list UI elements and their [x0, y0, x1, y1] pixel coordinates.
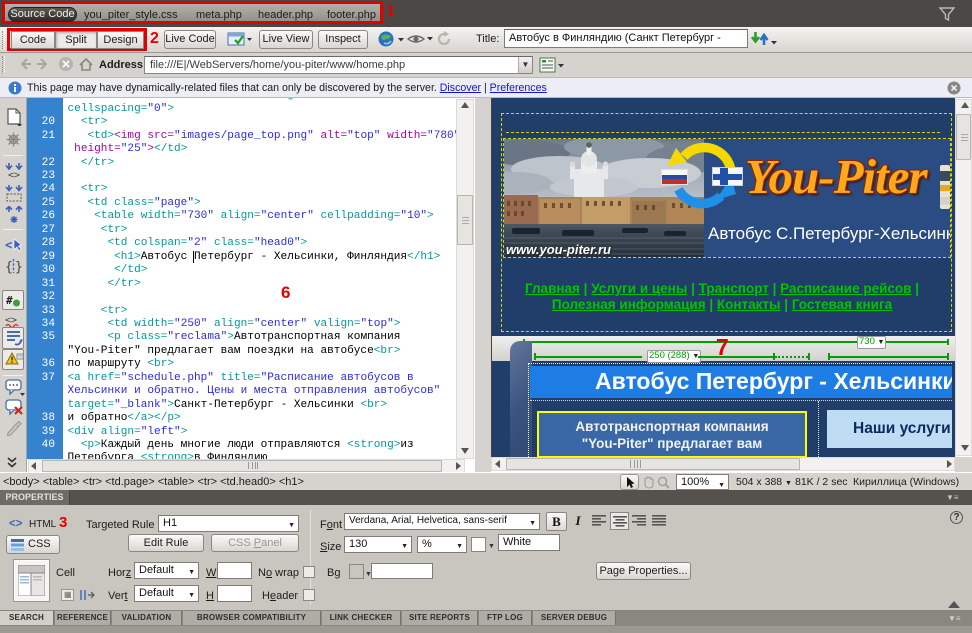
svg-text:#: #: [6, 294, 13, 307]
svg-text:{: {: [5, 260, 13, 275]
svg-text:<>: <>: [8, 170, 20, 180]
svg-text:}: }: [15, 260, 23, 275]
svg-text:<: <: [5, 238, 12, 252]
